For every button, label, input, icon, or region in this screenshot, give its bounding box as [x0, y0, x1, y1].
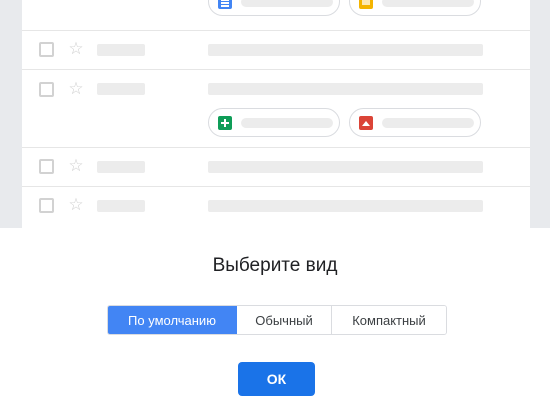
attachment-chip: [349, 108, 481, 137]
density-selector: По умолчанию Обычный Компактный: [107, 305, 447, 335]
sender-placeholder: [97, 44, 145, 56]
list-item: [22, 0, 530, 31]
attachment-chip: [208, 108, 340, 137]
dialog-title: Выберите вид: [212, 255, 338, 276]
star-icon: ☆: [68, 156, 84, 176]
attachment-name-placeholder: [241, 118, 333, 128]
docs-icon: [218, 0, 232, 9]
attachment-name-placeholder: [382, 0, 474, 7]
list-item: ☆: [22, 31, 530, 70]
checkbox: [39, 159, 54, 174]
star-icon: ☆: [68, 39, 84, 59]
star-icon: ☆: [68, 195, 84, 215]
subject-placeholder: [208, 83, 483, 95]
inbox-skeleton: ☆ ☆ ☆ ☆: [22, 0, 530, 228]
attachment-name-placeholder: [241, 0, 333, 7]
density-preview: ☆ ☆ ☆ ☆: [0, 0, 550, 228]
subject-placeholder: [208, 161, 483, 173]
attachment-chip: [349, 0, 481, 16]
sender-placeholder: [97, 200, 145, 212]
attachment-name-placeholder: [382, 118, 474, 128]
attachment-chip: [208, 0, 340, 16]
subject-placeholder: [208, 44, 483, 56]
sender-placeholder: [97, 83, 145, 95]
density-option-comfortable[interactable]: Обычный: [237, 306, 332, 334]
checkbox: [39, 42, 54, 57]
density-option-default[interactable]: По умолчанию: [108, 306, 237, 334]
sender-placeholder: [97, 161, 145, 173]
subject-placeholder: [208, 200, 483, 212]
checkbox: [39, 198, 54, 213]
checkbox: [39, 82, 54, 97]
list-item: ☆: [22, 70, 530, 148]
ok-button[interactable]: ОК: [238, 362, 315, 396]
slides-icon: [359, 0, 373, 9]
list-item: ☆: [22, 187, 530, 228]
photos-icon: [359, 116, 373, 130]
sheets-icon: [218, 116, 232, 130]
list-item: ☆: [22, 148, 530, 187]
density-option-compact[interactable]: Компактный: [332, 306, 446, 334]
star-icon: ☆: [68, 79, 84, 99]
